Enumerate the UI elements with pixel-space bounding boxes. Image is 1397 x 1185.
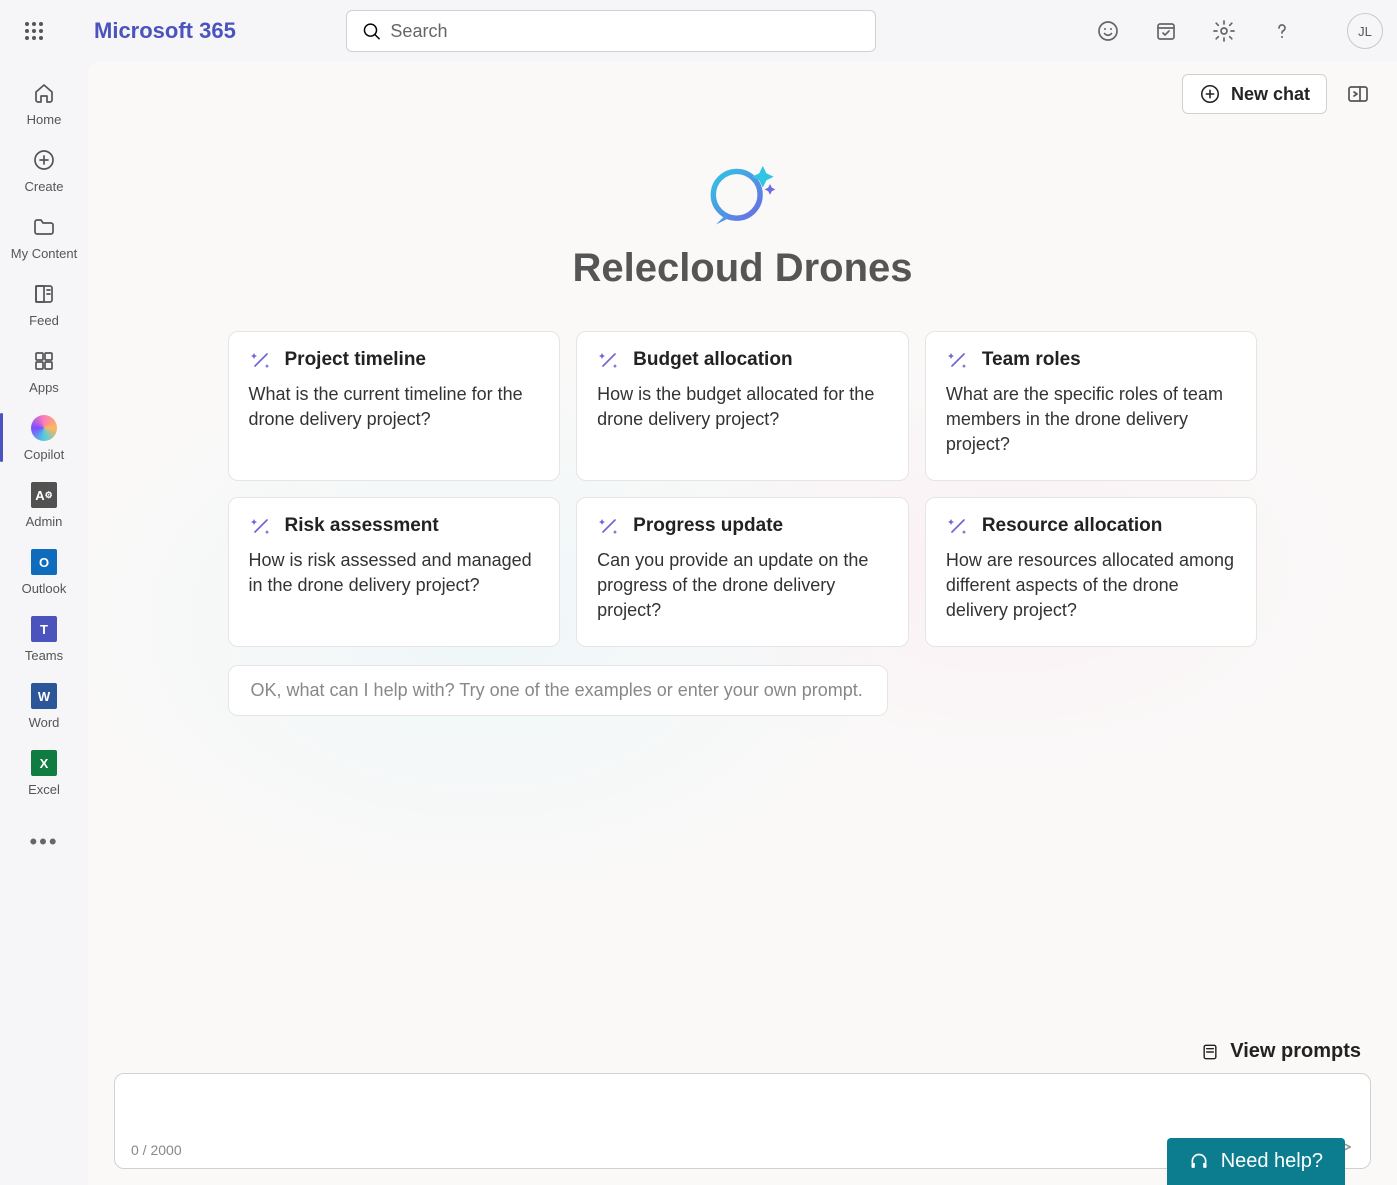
need-help-label: Need help? [1221,1150,1323,1173]
view-prompts-label: View prompts [1230,1040,1361,1063]
new-chat-label: New chat [1231,84,1310,105]
wand-sparkle-icon [946,348,970,372]
sidebar-item-label: Create [24,179,63,194]
folder-icon [29,212,59,242]
sidebar-item-word[interactable]: W Word [0,675,88,736]
search-input[interactable] [390,21,860,42]
sidebar-item-label: Home [27,112,62,127]
card-title: Progress update [633,515,783,537]
help-icon[interactable] [1269,18,1295,44]
card-body: Can you provide an update on the progres… [597,548,888,624]
sidebar-item-teams[interactable]: T Teams [0,608,88,669]
headset-icon [1189,1152,1209,1172]
search-icon [361,20,382,42]
need-help-button[interactable]: Need help? [1167,1138,1345,1185]
copilot-hero-icon [698,148,788,238]
view-prompts-button[interactable]: View prompts [114,1040,1371,1073]
page-title: Relecloud Drones [572,246,912,291]
copilot-icon [29,413,59,443]
app-launcher-button[interactable] [14,11,54,51]
card-body: What are the specific roles of team memb… [946,382,1237,458]
teams-icon: T [29,614,59,644]
outlook-icon: O [29,547,59,577]
sidebar-item-label: Word [29,715,60,730]
card-body: How are resources allocated among differ… [946,548,1237,624]
sidebar-item-label: Teams [25,648,63,663]
wand-sparkle-icon [597,348,621,372]
sidebar-item-admin[interactable]: A⚙ Admin [0,474,88,535]
sidebar-item-label: My Content [11,246,77,261]
char-counter: 0 / 2000 [131,1142,182,1158]
wand-sparkle-icon [946,514,970,538]
plus-circle-icon [29,145,59,175]
search-box[interactable] [346,10,876,52]
chat-plus-icon [1199,83,1221,105]
sidebar-item-label: Feed [29,313,59,328]
prompt-card[interactable]: Progress update Can you provide an updat… [576,497,909,647]
card-body: What is the current timeline for the dro… [249,382,540,432]
sidebar-item-copilot[interactable]: Copilot [0,407,88,468]
card-title: Budget allocation [633,349,792,371]
brand-label: Microsoft 365 [94,18,236,44]
new-chat-button[interactable]: New chat [1182,74,1327,114]
wand-sparkle-icon [597,514,621,538]
prompt-card[interactable]: Team roles What are the specific roles o… [925,331,1258,481]
sidebar-item-label: Outlook [22,581,67,596]
sidebar-item-label: Excel [28,782,60,797]
settings-gear-icon[interactable] [1211,18,1237,44]
hint-banner: OK, what can I help with? Try one of the… [228,665,888,716]
waffle-icon [24,21,44,41]
content-area: New chat Relecloud Drones [88,62,1397,1185]
word-icon: W [29,681,59,711]
sidebar-item-label: Admin [26,514,63,529]
sidebar-item-label: Copilot [24,447,64,462]
calendar-check-icon[interactable] [1153,18,1179,44]
card-title: Project timeline [285,349,427,371]
home-icon [29,78,59,108]
panel-collapse-icon [1346,82,1370,106]
feed-icon [29,279,59,309]
card-body: How is the budget allocated for the dron… [597,382,888,432]
wand-sparkle-icon [249,348,273,372]
wand-sparkle-icon [249,514,273,538]
header-bar: Microsoft 365 JL [0,0,1397,62]
apps-grid-icon [29,346,59,376]
sidebar-item-home[interactable]: Home [0,72,88,133]
sidebar-item-excel[interactable]: X Excel [0,742,88,803]
sidebar-item-label: Apps [29,380,59,395]
card-title: Resource allocation [982,515,1163,537]
sidebar-item-create[interactable]: Create [0,139,88,200]
prompt-card[interactable]: Resource allocation How are resources al… [925,497,1258,647]
excel-icon: X [29,748,59,778]
emoji-icon[interactable] [1095,18,1121,44]
card-body: How is risk assessed and managed in the … [249,548,540,598]
user-avatar[interactable]: JL [1347,13,1383,49]
admin-icon: A⚙ [29,480,59,510]
compose-textarea[interactable] [131,1086,1354,1126]
card-title: Team roles [982,349,1081,371]
sidebar-item-feed[interactable]: Feed [0,273,88,334]
prompt-card[interactable]: Project timeline What is the current tim… [228,331,561,481]
header-icon-group: JL [1095,13,1383,49]
prompt-card-grid: Project timeline What is the current tim… [228,331,1258,647]
prompt-card[interactable]: Budget allocation How is the budget allo… [576,331,909,481]
sidebar-more-button[interactable]: ••• [29,809,58,875]
panel-toggle-button[interactable] [1345,81,1371,107]
left-sidebar: Home Create My Content Feed Apps Copilot… [0,62,88,1185]
sidebar-item-mycontent[interactable]: My Content [0,206,88,267]
prompt-library-icon [1200,1042,1220,1062]
sidebar-item-outlook[interactable]: O Outlook [0,541,88,602]
prompt-card[interactable]: Risk assessment How is risk assessed and… [228,497,561,647]
card-title: Risk assessment [285,515,439,537]
sidebar-item-apps[interactable]: Apps [0,340,88,401]
